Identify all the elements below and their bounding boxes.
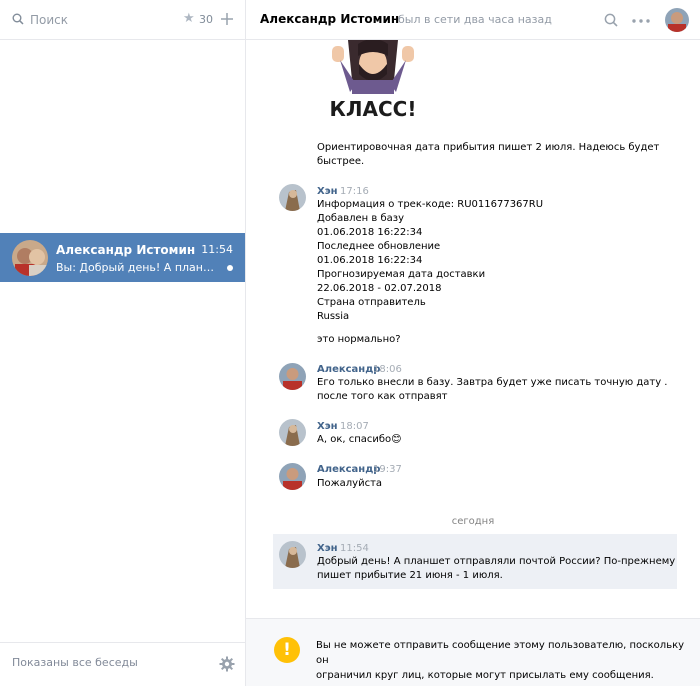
unread-dot [227,265,233,271]
dialog-time: 11:54 [201,243,233,256]
message-time[interactable]: 19:37 [373,464,402,475]
chat-title[interactable]: Александр Истомин [260,12,399,26]
message-text: Информация о трек-коде: RU011677367RU До… [317,199,544,322]
avatar[interactable] [665,8,689,32]
sidebar-footer: Показаны все беседы [0,642,245,686]
dialog-item-active[interactable]: Александр Истомин 11:54 Вы: Добрый день!… [0,233,245,282]
favorites-count: 30 [199,13,213,26]
avatar[interactable] [279,463,306,490]
gear-icon[interactable] [219,656,235,672]
avatar[interactable] [279,363,306,390]
message-author[interactable]: Хэн [317,186,338,197]
plus-icon[interactable] [220,12,234,26]
message-author[interactable]: Александр [317,464,380,475]
message-time[interactable]: 17:16 [340,186,369,197]
date-divider: сегодня [451,516,495,527]
warning-icon: ! [274,637,300,663]
search-icon [12,13,24,25]
message-text: это нормально? [317,334,401,345]
online-status: был в сети два часа назад [398,13,552,26]
message-time[interactable]: 11:54 [340,543,369,554]
dialog-name: Александр Истомин [56,243,196,257]
avatar[interactable] [279,184,306,211]
message-text: А, ок, спасибо😊 [317,434,402,445]
search-icon[interactable] [604,13,618,27]
message-text: Его только внесли в базу. Завтра будет у… [317,377,668,402]
message-time[interactable]: 18:06 [373,364,402,375]
message-author[interactable]: Хэн [317,543,338,554]
sidebar-toolbar: ★ 30 [0,0,245,40]
sticker-image: КЛАСС! [330,40,417,121]
message-text: Ориентировочная дата прибытия пишет 2 ию… [317,142,660,167]
message-time[interactable]: 18:07 [340,421,369,432]
chat-header: Александр Истомин был в сети два часа на… [246,0,700,40]
star-icon[interactable]: ★ [183,11,195,26]
message-author[interactable]: Александр [317,364,380,375]
all-dialogs-label[interactable]: Показаны все беседы [12,656,138,669]
search-input[interactable] [30,11,160,29]
dialog-preview: Вы: Добрый день! А планшет отпр... [56,261,220,274]
warning-text: Вы не можете отправить сообщение этому п… [316,640,685,681]
message-text: Пожалуйста [317,478,383,489]
dialogs-sidebar: ★ 30 Александр Истомин 11:54 Вы: Добрый … [0,0,246,686]
more-icon[interactable] [632,19,650,23]
message-author[interactable]: Хэн [317,421,338,432]
avatar [12,240,48,276]
write-restricted-notice: ! Вы не можете отправить сообщение этому… [246,618,700,686]
sticker-caption: КЛАСС! [330,97,417,121]
avatar[interactable] [279,541,306,568]
message-text: Добрый день! А планшет отправляли почтой… [317,556,676,581]
smile-emoji: 😊 [391,434,402,445]
avatar[interactable] [279,419,306,446]
